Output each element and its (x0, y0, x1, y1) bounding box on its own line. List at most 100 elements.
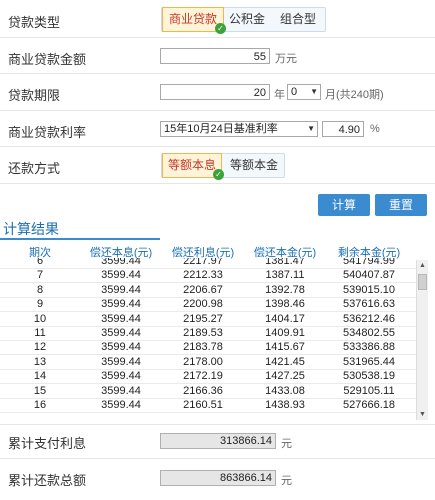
table-cell: 11 (34, 327, 46, 339)
years-unit: 年 (274, 89, 285, 101)
divider (0, 110, 435, 111)
calculate-button[interactable]: 计算 (318, 194, 370, 216)
tab-provident-fund-label: 公积金 (228, 12, 265, 26)
table-row: 14 3599.44 2172.19 1427.25 530538.19 (0, 370, 417, 385)
table-row: 10 3599.44 2195.27 1404.17 536212.46 (0, 313, 417, 327)
divider (0, 73, 435, 74)
total-interest-field: 313866.14 (160, 433, 276, 449)
total-interest-unit: 元 (281, 438, 292, 450)
total-repayment-field: 863866.14 (160, 470, 276, 486)
table-cell: 3599.44 (101, 298, 141, 311)
table-cell: 9 (36, 298, 44, 311)
tab-commercial-loan[interactable]: 商业贷款 ✓ (162, 7, 226, 34)
table-row: 13 3599.44 2178.00 1421.45 531965.44 (0, 356, 417, 370)
rate-select[interactable]: 15年10月24日基准利率 ▼ (160, 121, 318, 137)
tab-equal-principal-label: 等额本金 (229, 158, 278, 172)
table-cell: 2212.33 (183, 269, 223, 282)
table-cell: 2178.00 (183, 355, 223, 368)
tab-combined-label: 组合型 (279, 12, 316, 26)
total-periods: (共240期) (336, 89, 384, 101)
table-cell: 8 (36, 283, 44, 296)
table-cell: 540407.87 (343, 269, 395, 282)
table-row: 12 3599.44 2183.78 1415.67 533386.88 (0, 341, 417, 356)
loan-amount-input[interactable]: 55 (160, 48, 270, 64)
table-cell: 2172.19 (183, 370, 223, 383)
loan-type-tabs: 商业贷款 ✓ 公积金 组合型 (161, 7, 326, 34)
table-cell: 1421.45 (265, 355, 305, 368)
loan-months-select[interactable]: 0 ▼ (287, 84, 321, 100)
scroll-up-icon[interactable]: ▲ (417, 260, 428, 271)
table-cell: 530538.19 (343, 370, 395, 383)
table-row: 9 3599.44 2200.98 1398.46 537616.63 (0, 298, 417, 313)
table-row: 8 3599.44 2206.67 1392.78 539015.10 (0, 284, 417, 298)
table-cell: 1433.08 (265, 384, 305, 397)
table-cell: 534802.55 (343, 327, 395, 339)
result-title: 计算结果 (3, 221, 59, 237)
scroll-down-icon[interactable]: ▼ (417, 409, 428, 420)
divider (0, 183, 435, 184)
table-cell: 6 (36, 258, 44, 267)
tab-combined[interactable]: 组合型 (272, 8, 324, 31)
table-cell: 3599.44 (101, 370, 141, 383)
table-cell: 1398.46 (265, 298, 305, 311)
table-row: 7 3599.44 2212.33 1387.11 540407.87 (0, 269, 417, 284)
divider (0, 458, 435, 459)
table-cell: 3599.44 (101, 283, 141, 296)
table-header: 期次 偿还本息(元) 偿还利息(元) 偿还本金(元) 剩余本金(元) (0, 244, 417, 259)
table-cell: 1427.25 (265, 370, 305, 383)
check-icon: ✓ (213, 169, 224, 180)
loan-amount-unit: 万元 (275, 53, 297, 65)
table-cell: 2189.53 (183, 327, 223, 339)
table-cell: 1387.11 (265, 269, 305, 282)
repayment-method-tabs: 等额本息 ✓ 等额本金 (161, 153, 285, 180)
table-row: 11 3599.44 2189.53 1409.91 534802.55 (0, 327, 417, 341)
divider (0, 146, 435, 147)
table-row: 15 3599.44 2166.36 1433.08 529105.11 (0, 385, 417, 399)
table-cell: 2217.97 (183, 258, 223, 267)
table-cell: 2183.78 (183, 341, 223, 354)
table-row: 6 3599.44 2217.97 1381.47 541794.99 (0, 258, 417, 269)
table-row: 16 3599.44 2160.51 1438.93 527666.18 (0, 399, 417, 413)
scroll-thumb[interactable] (418, 274, 427, 290)
table-cell: 3599.44 (101, 384, 141, 397)
table-cell: 2160.51 (183, 399, 223, 411)
chevron-down-icon: ▼ (307, 124, 315, 133)
reset-button[interactable]: 重置 (375, 194, 427, 216)
table-cell: 7 (36, 269, 44, 282)
tab-equal-installment-label: 等额本息 (167, 158, 216, 172)
loan-months-value: 0 (291, 86, 298, 98)
table-cell: 2206.67 (183, 283, 223, 296)
table-cell: 2195.27 (183, 312, 223, 325)
table-scrollbar[interactable]: ▲ ▼ (416, 260, 428, 420)
rate-input[interactable]: 4.90 (322, 121, 364, 137)
table-cell: 533386.88 (343, 341, 395, 354)
repayment-table[interactable]: 6 3599.44 2217.97 1381.47 541794.99 7 3599.44 2… (0, 258, 417, 420)
table-cell: 3599.44 (101, 355, 141, 368)
table-cell: 3599.44 (101, 258, 141, 267)
table-cell: 13 (33, 355, 47, 368)
table-cell: 541794.99 (343, 258, 395, 267)
table-cell: 1415.67 (265, 341, 305, 354)
table-cell: 15 (33, 384, 47, 397)
table-cell: 1438.93 (265, 399, 305, 411)
total-repayment-unit: 元 (281, 475, 292, 487)
months-unit: 月 (325, 89, 336, 101)
table-cell: 536212.46 (343, 312, 395, 325)
table-cell: 1381.47 (265, 258, 305, 267)
repayment-method-label: 还款方式 (8, 161, 61, 176)
table-cell: 1392.78 (265, 283, 305, 296)
tab-equal-installment[interactable]: 等额本息 ✓ (162, 153, 224, 180)
tab-provident-fund[interactable]: 公积金 (224, 8, 270, 31)
divider (0, 424, 435, 425)
loan-amount-label: 商业贷款金额 (8, 52, 87, 67)
table-cell: 10 (33, 312, 47, 325)
tab-equal-principal[interactable]: 等额本金 (224, 154, 284, 177)
total-interest-label: 累计支付利息 (8, 436, 87, 451)
table-cell: 1409.91 (265, 327, 305, 339)
table-cell: 1404.17 (265, 312, 305, 325)
tab-commercial-loan-label: 商业贷款 (168, 12, 217, 26)
table-cell: 3599.44 (101, 312, 141, 325)
loan-years-input[interactable]: 20 (160, 84, 270, 100)
table-cell: 3599.44 (101, 399, 141, 411)
rate-select-value: 15年10月24日基准利率 (164, 123, 278, 135)
